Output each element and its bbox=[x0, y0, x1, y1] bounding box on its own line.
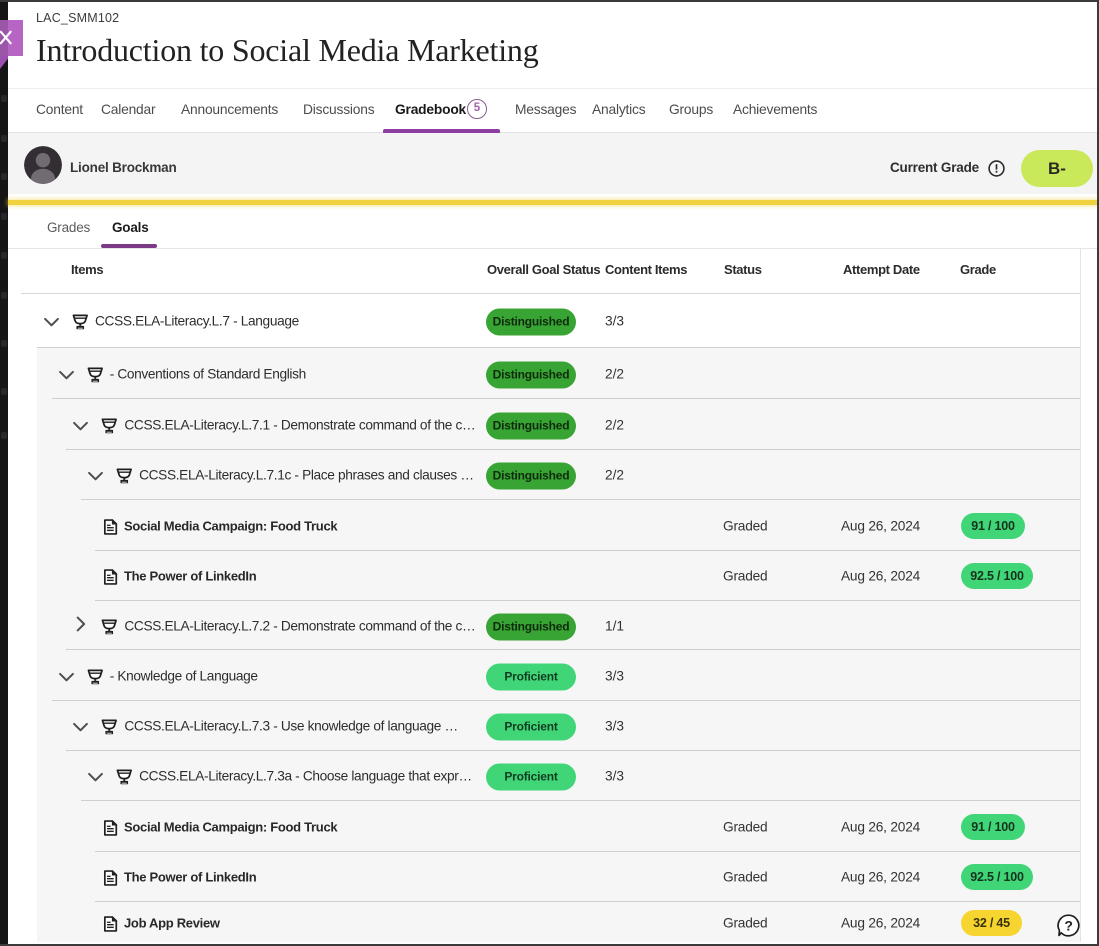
svg-text:?: ? bbox=[1064, 917, 1073, 933]
